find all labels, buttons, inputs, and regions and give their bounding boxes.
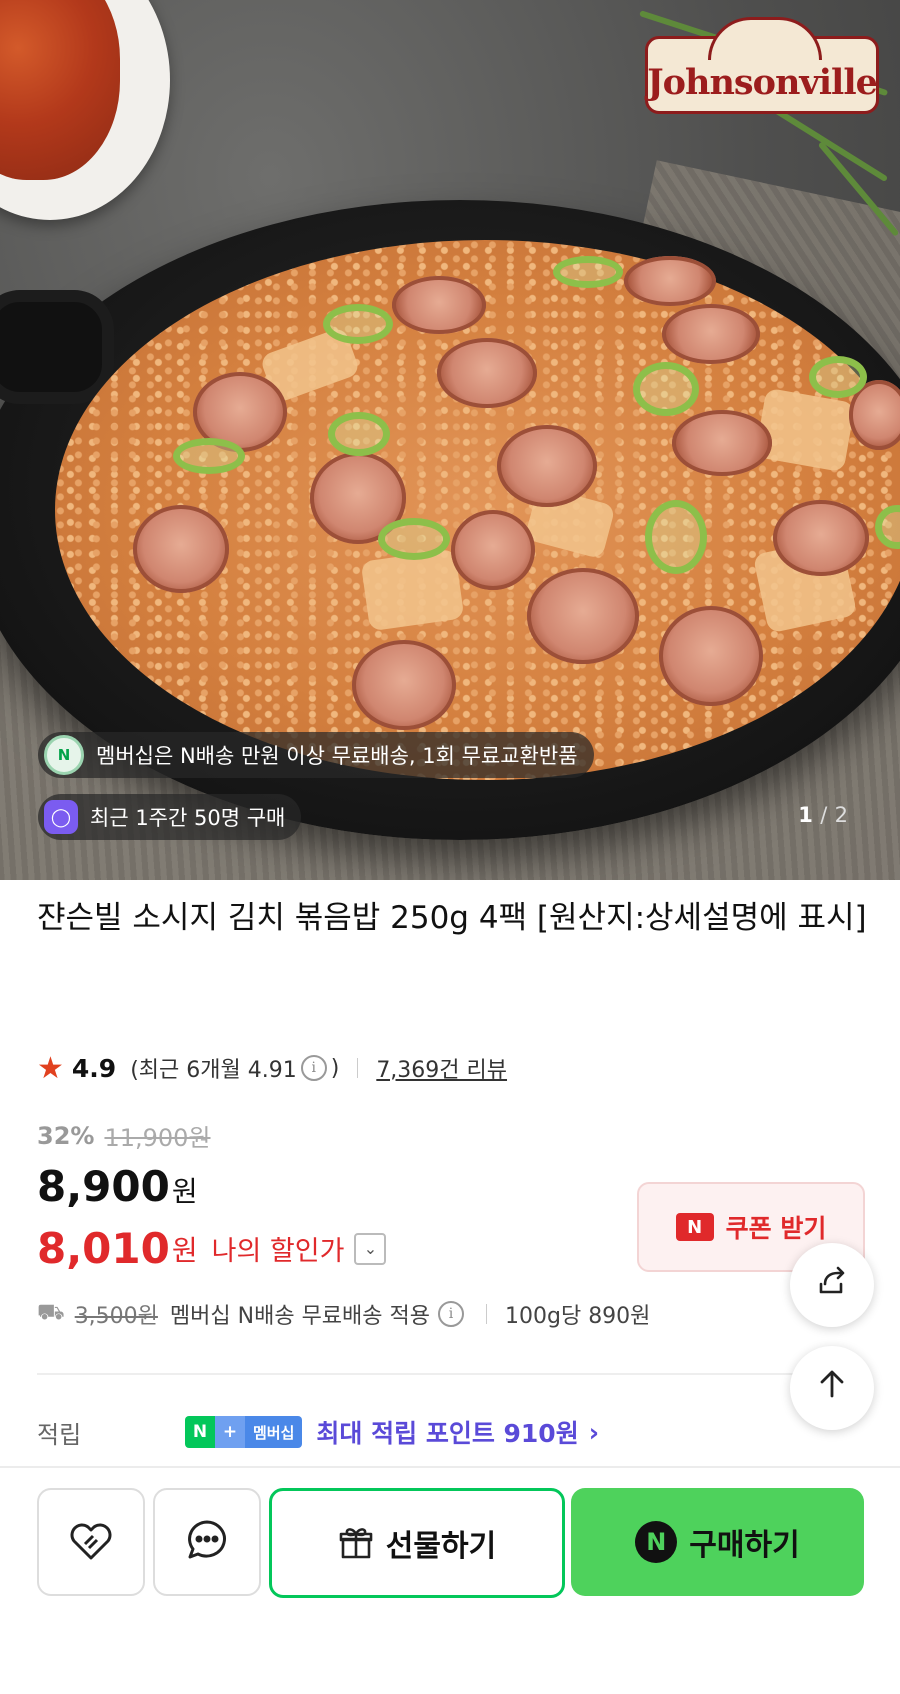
star-icon: ★	[37, 1050, 64, 1086]
divider	[486, 1304, 487, 1324]
buy-label: 구매하기	[689, 1528, 800, 1563]
chat-bubble-icon	[181, 1514, 233, 1570]
sale-price-value: 8,900	[37, 1162, 170, 1211]
rating-row: ★ 4.9 (최근 6개월 4.91 i ) 7,369건 리뷰	[37, 1050, 507, 1086]
my-price-value: 8,010	[37, 1224, 170, 1273]
chevron-right-icon: ›	[588, 1417, 600, 1447]
share-button[interactable]	[790, 1243, 874, 1327]
discount-line: 32% 11,900원	[37, 1118, 211, 1153]
sausage-slice	[352, 640, 456, 730]
coupon-n-icon: N	[675, 1213, 714, 1241]
naver-pay-icon: N	[635, 1521, 678, 1563]
sausage-slice	[497, 425, 597, 507]
sausage-slice	[527, 568, 639, 664]
shipping-info: ⛟ 3,500원 멤버십 N배송 무료배송 적용 i 100g당 890원	[37, 1298, 650, 1330]
green-onion-ring	[173, 438, 245, 474]
product-image[interactable]: Johnsonville N 멤버십은 N배송 만원 이상 무료배송, 1회 무…	[0, 0, 900, 880]
sausage-slice	[451, 510, 535, 590]
divider	[357, 1058, 359, 1078]
green-onion-ring	[809, 356, 867, 398]
gift-button[interactable]: 선물하기	[269, 1488, 565, 1598]
rating-detail-suffix: )	[330, 1055, 340, 1081]
bottom-bar-divider	[0, 1466, 900, 1468]
nplus-membership-badge: N + 멤버십	[185, 1416, 303, 1448]
green-onion-ring	[633, 362, 699, 416]
naver-n-icon: N	[44, 735, 84, 775]
sausage-slice	[624, 256, 716, 306]
gift-label: 선물하기	[385, 1529, 497, 1564]
divider	[37, 1373, 863, 1375]
cabbage-piece	[360, 548, 465, 632]
green-onion-ring	[553, 256, 623, 288]
sausage-slice	[662, 304, 760, 364]
brand-logo-text: Johnsonville	[647, 62, 878, 103]
share-icon	[813, 1262, 851, 1308]
buy-button[interactable]: N 구매하기	[571, 1488, 864, 1596]
shipping-fee: 3,500원	[74, 1304, 158, 1329]
sale-price: 8,900원	[37, 1162, 198, 1211]
nplus-n: N	[185, 1416, 215, 1448]
image-counter-sep: /	[820, 803, 828, 827]
logo-arc	[708, 17, 822, 60]
green-onion-ring	[378, 518, 450, 560]
image-counter: 1 / 2	[798, 803, 848, 827]
membership-notice-pill: N 멤버십은 N배송 만원 이상 무료배송, 1회 무료교환반품	[38, 732, 594, 778]
truck-icon: ⛟	[37, 1300, 65, 1325]
my-price-label: 나의 할인가	[211, 1236, 345, 1267]
unit-price: 100g당 890원	[505, 1304, 651, 1329]
arrow-up-icon	[815, 1367, 849, 1409]
green-onion-ring	[323, 304, 393, 344]
green-onion-ring	[645, 500, 707, 574]
sausage-slice	[659, 606, 763, 706]
rating-score: 4.9	[71, 1053, 117, 1083]
sausage-slice	[392, 276, 486, 334]
chevron-down-icon[interactable]: ⌄	[354, 1232, 387, 1265]
coupon-label: 쿠폰 받기	[725, 1214, 827, 1243]
image-index: 1	[798, 803, 813, 827]
product-title: 쟌슨빌 소시지 김치 볶음밥 250g 4팩 [원산지:상세설명에 표시]	[37, 900, 867, 936]
nplus-membership: 멤버십	[245, 1416, 303, 1448]
points-text: 최대 적립 포인트 910원	[316, 1419, 579, 1448]
info-icon[interactable]: i	[438, 1301, 464, 1327]
shopping-bag-icon: ◯	[44, 800, 78, 834]
original-price: 11,900원	[104, 1124, 211, 1152]
skillet-handle	[0, 290, 114, 404]
sausage-slice	[437, 338, 537, 408]
discount-percent: 32%	[37, 1121, 95, 1150]
sausage-slice	[133, 505, 229, 593]
sausage-slice	[773, 500, 869, 576]
my-discount-price[interactable]: 8,010 원 나의 할인가 ⌄	[37, 1224, 387, 1273]
points-row[interactable]: 적립 N + 멤버십 최대 적립 포인트 910원 ›	[37, 1414, 599, 1450]
nplus-plus: +	[215, 1416, 245, 1448]
recent-buyers-text: 최근 1주간 50명 구매	[90, 806, 286, 830]
membership-notice-text: 멤버십은 N배송 만원 이상 무료배송, 1회 무료교환반품	[96, 744, 578, 768]
gift-icon	[338, 1525, 374, 1561]
points-label: 적립	[37, 1420, 82, 1449]
heart-icon	[65, 1514, 117, 1570]
like-button[interactable]	[37, 1488, 145, 1596]
rating-detail-prefix: (최근 6개월 4.91	[130, 1058, 297, 1083]
scroll-top-button[interactable]	[790, 1346, 874, 1430]
green-onion-ring	[328, 412, 390, 456]
brand-logo: Johnsonville	[645, 17, 879, 114]
sausage-slice	[672, 410, 772, 476]
image-total: 2	[834, 803, 848, 827]
sale-price-unit: 원	[171, 1175, 198, 1208]
review-count-link[interactable]: 7,369건 리뷰	[376, 1052, 507, 1084]
my-price-unit: 원	[171, 1233, 198, 1267]
recent-buyers-pill: ◯ 최근 1주간 50명 구매	[38, 794, 302, 840]
inquiry-button[interactable]	[153, 1488, 261, 1596]
shipping-text: 멤버십 N배송 무료배송 적용	[169, 1304, 430, 1329]
info-icon[interactable]: i	[300, 1055, 327, 1081]
